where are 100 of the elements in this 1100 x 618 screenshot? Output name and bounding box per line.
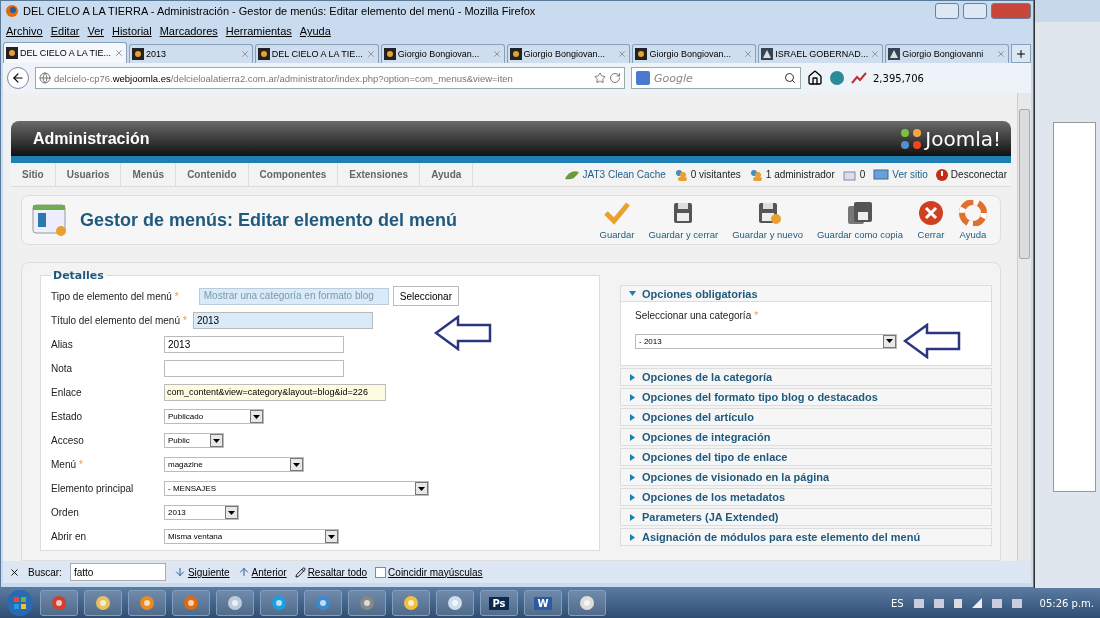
match-case-checkbox[interactable]: Coincidir mayúsculas [375,566,483,578]
taskbar-app[interactable] [568,590,606,616]
dropdown[interactable]: 2013 [164,505,239,520]
taskbar-app[interactable] [40,590,78,616]
caret-down-icon [629,290,636,297]
tab-title: Giorgio Bongiovan... [397,49,481,59]
search-field[interactable]: Google [631,67,801,89]
browser-tab[interactable]: Giorgio Bongiovanni [885,44,1010,63]
admin-menu-item[interactable]: Extensiones [338,162,421,187]
dropdown[interactable]: Publicado [164,409,264,424]
dropdown[interactable]: - MENSAJES [164,481,429,496]
status-link[interactable]: Ver sitio [873,169,928,180]
toolbar-button[interactable]: Guardar [592,200,642,240]
browser-tab[interactable]: DEL CIELO A LA TIE... [254,44,379,63]
browser-tab[interactable]: 2013 [128,44,253,63]
new-tab-button[interactable] [1011,44,1031,63]
taskbar-app[interactable] [348,590,386,616]
back-button[interactable] [7,67,29,89]
menu-item[interactable]: Historial [111,25,152,37]
panel-header[interactable]: Opciones del formato tipo blog o destacados [621,389,991,405]
status-link[interactable]: Desconectar [935,168,1007,181]
link-field[interactable]: com_content&view=category&layout=blog&id=226 [164,384,386,401]
dropdown[interactable]: - 2013 [635,333,897,349]
search-icon[interactable] [784,72,796,84]
panel-header[interactable]: Opciones de los metadatos [621,489,991,505]
input-field[interactable] [164,360,344,377]
status-link[interactable]: JAT3 Clean Cache [563,168,666,181]
left-arrow-drawing [903,323,961,359]
status-link[interactable]: 0 visitantes [673,168,741,181]
caret-icon [886,339,893,343]
minimize-button[interactable] [935,3,959,19]
browser-tab[interactable]: ISRAEL GOBERNAD... [758,44,884,63]
dropdown[interactable]: magazine [164,457,304,472]
caret-right-icon [629,453,636,461]
browser-tab[interactable]: Giorgio Bongiovan... [506,44,631,63]
panel-header[interactable]: Parameters (JA Extended) [621,509,991,525]
menu-item[interactable]: Ayuda [299,25,331,37]
chart-line-icon[interactable] [851,72,867,84]
panel-header[interactable]: Opciones de visionado en la página [621,469,991,485]
taskbar-app[interactable]: W [524,590,562,616]
toolbar-button[interactable]: Guardar y cerrar [641,200,726,240]
maximize-button[interactable] [963,3,987,19]
status-link[interactable]: 1 administrador [748,168,835,181]
close-icon[interactable] [9,566,20,578]
home-icon[interactable] [807,70,823,86]
admin-menu-item[interactable]: Ayuda [420,162,474,187]
taskbar-app[interactable] [84,590,122,616]
panel-header[interactable]: Opciones de integración [621,429,991,445]
menu-item[interactable]: Herramientas [225,25,292,37]
panel-header[interactable]: Opciones obligatorias [621,286,991,302]
toolbar-button[interactable]: Guardar y nuevo [725,200,810,240]
previous-button[interactable]: Anterior [237,566,287,578]
address-field[interactable]: delcielo-cp76.webjoomla.es/delcieloalatierra2.com.ar/administrator/index.php?option=com_menus&view=iten [35,67,625,89]
taskbar-app[interactable] [216,590,254,616]
menu-item[interactable]: Ver [87,25,104,37]
tab-title: DEL CIELO A LA TIE... [20,48,112,58]
taskbar-app[interactable]: Ps [480,590,518,616]
browser-tab[interactable]: Giorgio Bongiovan... [632,44,757,63]
monitor-icon [873,169,890,180]
next-button[interactable]: Siguiente [173,566,230,578]
panel-header[interactable]: Opciones de la categoría [621,369,991,385]
input-field[interactable]: 2013 [192,312,373,329]
toolbar-button[interactable]: Guardar como copia [809,200,910,240]
language-indicator[interactable]: ES [890,597,904,609]
menu-item[interactable]: Editar [50,25,80,37]
bookmark-star-icon[interactable] [594,72,606,84]
favicon-icon [257,48,270,60]
menu-item[interactable]: Archivo [6,25,43,37]
caret-icon [228,510,235,515]
scrollbar[interactable] [1017,93,1031,561]
toolbar-button[interactable]: Cerrar [910,200,952,240]
caret-right-icon [629,373,636,381]
panel-header[interactable]: Opciones del tipo de enlace [621,449,991,465]
taskbar-app[interactable] [436,590,474,616]
admin-menu-item[interactable]: Usuarios [55,162,122,187]
admin-menu-item[interactable]: Contenido [176,162,249,187]
dropdown[interactable]: Misma ventana [164,529,339,544]
browser-tab[interactable]: DEL CIELO A LA TIE... [3,42,127,63]
browser-tab[interactable]: Giorgio Bongiovan... [380,44,505,63]
find-field[interactable]: fatto [69,563,166,581]
admin-menu-item[interactable]: Componentes [248,162,339,187]
dropdown[interactable]: Public [164,433,224,448]
taskbar-app[interactable] [304,590,342,616]
status-link[interactable]: 0 [842,168,866,181]
panel-header[interactable]: Asignación de módulos para este elemento del menú [621,529,991,545]
caret-right-icon [629,413,636,421]
taskbar-app[interactable] [172,590,210,616]
highlight-all-button[interactable]: Resaltar todo [294,566,368,578]
panel-header[interactable]: Opciones del artículo [621,409,991,425]
reload-icon[interactable] [609,72,621,84]
taskbar-app[interactable] [392,590,430,616]
select-button[interactable]: Seleccionar [392,286,459,306]
taskbar-app[interactable] [260,590,298,616]
taskbar-app[interactable] [128,590,166,616]
start-orb-icon[interactable] [6,589,34,617]
toolbar-button[interactable]: Ayuda [952,200,994,240]
admin-menu-item[interactable]: Sitio [11,162,56,187]
admin-menu-item[interactable]: Menús [121,162,177,187]
input-field[interactable]: 2013 [164,336,344,353]
menu-item[interactable]: Marcadores [159,25,218,37]
